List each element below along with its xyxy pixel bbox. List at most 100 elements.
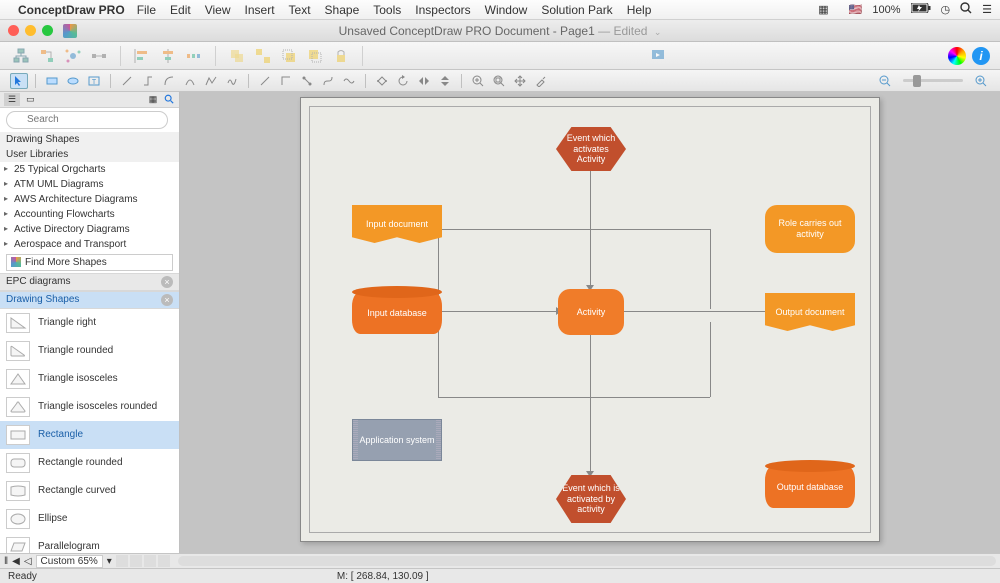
node-app-system[interactable]: Application system [352,419,442,461]
menu-shape[interactable]: Shape [325,3,360,17]
lib-folder[interactable]: AWS Architecture Diagrams [0,192,179,207]
mindmap-icon[interactable] [62,46,84,66]
align-left-icon[interactable] [131,46,153,66]
lib-header-drawing[interactable]: Drawing Shapes [0,132,179,147]
menu-extras-icon[interactable]: ☰ [982,3,992,16]
menu-file[interactable]: File [137,3,156,17]
rotate-tool[interactable] [394,73,412,89]
text-tool[interactable]: T [85,73,103,89]
menu-edit[interactable]: Edit [170,3,191,17]
ungroup-icon[interactable] [252,46,274,66]
front-icon[interactable] [278,46,300,66]
smart-connector-tool[interactable] [298,73,316,89]
shape-parallelogram[interactable]: Parallelogram [0,533,179,553]
flip-v-tool[interactable] [436,73,454,89]
pointer-tool[interactable] [10,73,28,89]
menu-insert[interactable]: Insert [245,3,275,17]
presentation-icon[interactable] [647,46,669,66]
color-wheel-icon[interactable] [948,47,966,65]
right-angle-tool[interactable] [277,73,295,89]
eyedropper-tool[interactable] [532,73,550,89]
distribute-icon[interactable] [183,46,205,66]
shape-triangle-iso-rounded[interactable]: Triangle isosceles rounded [0,393,179,421]
flag-icon[interactable]: 🇺🇸 [849,3,863,16]
menu-tools[interactable]: Tools [373,3,401,17]
curve-tool[interactable] [181,73,199,89]
menu-text[interactable]: Text [289,3,311,17]
page-prev[interactable]: ◁ [24,556,32,567]
zoom-in-button[interactable] [972,73,990,89]
clock-icon[interactable]: ◷ [941,3,951,16]
close-window-button[interactable] [8,25,19,36]
lib-epc-diagrams[interactable]: EPC diagrams× [0,273,179,291]
shape-triangle-right[interactable]: Triangle right [0,309,179,337]
spline-tool[interactable] [340,73,358,89]
menu-help[interactable]: Help [627,3,652,17]
lib-folder[interactable]: Active Directory Diagrams [0,222,179,237]
canvas[interactable]: Event which activates Activity Input doc… [180,92,1000,553]
node-input-database[interactable]: Input database [352,292,442,334]
edit-points-tool[interactable] [373,73,391,89]
shape-rectangle-rounded[interactable]: Rectangle rounded [0,449,179,477]
zoom-window-button[interactable] [42,25,53,36]
spotlight-icon[interactable] [960,2,972,17]
align-center-icon[interactable] [157,46,179,66]
bezier-tool[interactable] [319,73,337,89]
search-lib-icon[interactable] [163,93,175,105]
line-tool[interactable] [118,73,136,89]
shape-triangle-isosceles[interactable]: Triangle isosceles [0,365,179,393]
shape-triangle-rounded[interactable]: Triangle rounded [0,337,179,365]
menu-inspectors[interactable]: Inspectors [415,3,470,17]
panel-tab-2[interactable]: ▭ [22,93,39,106]
node-event-bottom[interactable]: Event which is activated by activity [556,475,626,523]
lib-folder[interactable]: ATM UML Diagrams [0,177,179,192]
panel-tab-1[interactable]: ☰ [4,93,20,106]
find-more-shapes-button[interactable]: Find More Shapes [6,254,173,271]
zoom-in-tool[interactable] [469,73,487,89]
document-title[interactable]: Unsaved ConceptDraw PRO Document - Page1… [339,24,662,38]
zoom-dropdown-icon[interactable]: ▾ [107,556,112,567]
node-output-document[interactable]: Output document [765,293,855,331]
page-tabs[interactable] [116,555,170,567]
dashboard-icon[interactable]: ▦ [818,3,828,16]
lib-folder[interactable]: Accounting Flowcharts [0,207,179,222]
menu-view[interactable]: View [205,3,231,17]
back-icon[interactable] [304,46,326,66]
page-first[interactable]: ◀ [12,556,20,567]
close-lib-icon[interactable]: × [161,294,173,306]
info-button[interactable]: i [972,47,990,65]
connector-tool[interactable] [139,73,157,89]
lib-drawing-shapes[interactable]: Drawing Shapes× [0,291,179,309]
battery-icon[interactable] [911,3,931,16]
panel-toggle[interactable]: ‖ [4,556,8,567]
hscrollbar[interactable] [178,556,996,566]
menu-solution-park[interactable]: Solution Park [541,3,612,17]
org-chart-icon[interactable] [10,46,32,66]
shape-rectangle-curved[interactable]: Rectangle curved [0,477,179,505]
pan-tool[interactable] [511,73,529,89]
zoom-level[interactable]: Custom 65% [36,555,103,568]
close-lib-icon[interactable]: × [161,276,173,288]
node-activity[interactable]: Activity [558,289,624,335]
lock-icon[interactable] [330,46,352,66]
lib-folder[interactable]: Aerospace and Transport [0,237,179,252]
minimize-window-button[interactable] [25,25,36,36]
node-role[interactable]: Role carries out activity [765,205,855,253]
rect-tool[interactable] [43,73,61,89]
zoom-slider[interactable] [903,79,963,82]
node-output-database[interactable]: Output database [765,466,855,508]
network-icon[interactable] [88,46,110,66]
menu-window[interactable]: Window [485,3,528,17]
diagram-page[interactable]: Event which activates Activity Input doc… [300,97,880,542]
lib-folder[interactable]: 25 Typical Orgcharts [0,162,179,177]
arc-tool[interactable] [160,73,178,89]
polyline-tool[interactable] [202,73,220,89]
shape-ellipse[interactable]: Ellipse [0,505,179,533]
group-icon[interactable] [226,46,248,66]
zoom-out-button[interactable] [876,73,894,89]
flowchart-icon[interactable] [36,46,58,66]
shape-rectangle[interactable]: Rectangle [0,421,179,449]
library-search-input[interactable] [6,111,168,129]
node-input-document[interactable]: Input document [352,205,442,243]
ellipse-tool[interactable] [64,73,82,89]
